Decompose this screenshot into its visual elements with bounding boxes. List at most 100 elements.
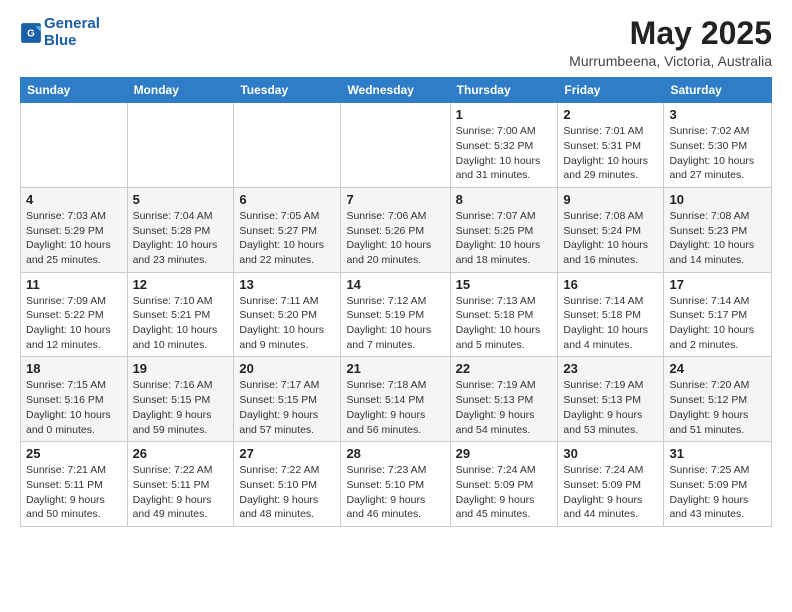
logo-text: General Blue	[44, 16, 100, 49]
cell-info: Sunrise: 7:11 AM Sunset: 5:20 PM Dayligh…	[239, 294, 335, 353]
cell-info: Sunrise: 7:05 AM Sunset: 5:27 PM Dayligh…	[239, 209, 335, 268]
calendar-week-row: 25 Sunrise: 7:21 AM Sunset: 5:11 PM Dayli…	[21, 442, 772, 527]
cell-day-number: 1	[456, 107, 553, 122]
cell-info: Sunrise: 7:19 AM Sunset: 5:13 PM Dayligh…	[456, 378, 553, 437]
calendar-cell: 17 Sunrise: 7:14 AM Sunset: 5:17 PM Dayli…	[664, 272, 772, 357]
calendar-cell: 26 Sunrise: 7:22 AM Sunset: 5:11 PM Dayli…	[127, 442, 234, 527]
calendar-week-row: 18Sunrise: 7:15 AM Sunset: 5:16 PM Dayli…	[21, 357, 772, 442]
calendar-cell: 13 Sunrise: 7:11 AM Sunset: 5:20 PM Dayli…	[234, 272, 341, 357]
cell-day-number: 26	[133, 446, 229, 461]
month-title: May 2025	[569, 16, 772, 51]
calendar-cell	[341, 103, 450, 188]
calendar-cell: 12 Sunrise: 7:10 AM Sunset: 5:21 PM Dayli…	[127, 272, 234, 357]
calendar-cell	[21, 103, 128, 188]
calendar-week-row: 4 Sunrise: 7:03 AM Sunset: 5:29 PM Daylig…	[21, 187, 772, 272]
cell-info: Sunrise: 7:02 AM Sunset: 5:30 PM Dayligh…	[669, 124, 766, 183]
cell-info: Sunrise: 7:01 AM Sunset: 5:31 PM Dayligh…	[563, 124, 658, 183]
location-title: Murrumbeena, Victoria, Australia	[569, 53, 772, 69]
cell-info: Sunrise: 7:22 AM Sunset: 5:11 PM Dayligh…	[133, 463, 229, 522]
cell-day-number: 28	[346, 446, 444, 461]
cell-day-number: 4	[26, 192, 122, 207]
calendar-cell	[127, 103, 234, 188]
calendar-cell: 27Sunrise: 7:22 AM Sunset: 5:10 PM Dayli…	[234, 442, 341, 527]
calendar-cell: 14 Sunrise: 7:12 AM Sunset: 5:19 PM Dayli…	[341, 272, 450, 357]
page: G General Blue May 2025 Murrumbeena, Vic…	[0, 0, 792, 543]
calendar-cell: 24 Sunrise: 7:20 AM Sunset: 5:12 PM Dayli…	[664, 357, 772, 442]
calendar-cell: 6 Sunrise: 7:05 AM Sunset: 5:27 PM Daylig…	[234, 187, 341, 272]
calendar-cell: 22 Sunrise: 7:19 AM Sunset: 5:13 PM Dayli…	[450, 357, 558, 442]
cell-info: Sunrise: 7:24 AM Sunset: 5:09 PM Dayligh…	[563, 463, 658, 522]
cell-info: Sunrise: 7:00 AM Sunset: 5:32 PM Dayligh…	[456, 124, 553, 183]
cell-info: Sunrise: 7:14 AM Sunset: 5:17 PM Dayligh…	[669, 294, 766, 353]
cell-day-number: 6	[239, 192, 335, 207]
cell-day-number: 22	[456, 361, 553, 376]
day-header-tuesday: Tuesday	[234, 78, 341, 103]
cell-day-number: 25	[26, 446, 122, 461]
cell-day-number: 17	[669, 277, 766, 292]
cell-day-number: 23	[563, 361, 658, 376]
calendar-cell: 3 Sunrise: 7:02 AM Sunset: 5:30 PM Daylig…	[664, 103, 772, 188]
cell-day-number: 15	[456, 277, 553, 292]
cell-day-number: 29	[456, 446, 553, 461]
calendar-cell: 20 Sunrise: 7:17 AM Sunset: 5:15 PM Dayli…	[234, 357, 341, 442]
svg-text:G: G	[27, 28, 35, 39]
calendar-cell: 5 Sunrise: 7:04 AM Sunset: 5:28 PM Daylig…	[127, 187, 234, 272]
logo-line2: Blue	[44, 33, 100, 50]
calendar-cell: 11Sunrise: 7:09 AM Sunset: 5:22 PM Dayli…	[21, 272, 128, 357]
header: G General Blue May 2025 Murrumbeena, Vic…	[20, 16, 772, 69]
logo-icon: G	[20, 22, 42, 44]
cell-info: Sunrise: 7:17 AM Sunset: 5:15 PM Dayligh…	[239, 378, 335, 437]
day-header-friday: Friday	[558, 78, 664, 103]
cell-info: Sunrise: 7:25 AM Sunset: 5:09 PM Dayligh…	[669, 463, 766, 522]
cell-info: Sunrise: 7:18 AM Sunset: 5:14 PM Dayligh…	[346, 378, 444, 437]
calendar-cell: 2Sunrise: 7:01 AM Sunset: 5:31 PM Daylig…	[558, 103, 664, 188]
calendar-cell: 1 Sunrise: 7:00 AM Sunset: 5:32 PM Daylig…	[450, 103, 558, 188]
calendar-cell: 10 Sunrise: 7:08 AM Sunset: 5:23 PM Dayli…	[664, 187, 772, 272]
cell-day-number: 20	[239, 361, 335, 376]
cell-day-number: 31	[669, 446, 766, 461]
cell-day-number: 24	[669, 361, 766, 376]
cell-info: Sunrise: 7:10 AM Sunset: 5:21 PM Dayligh…	[133, 294, 229, 353]
cell-info: Sunrise: 7:08 AM Sunset: 5:23 PM Dayligh…	[669, 209, 766, 268]
cell-info: Sunrise: 7:16 AM Sunset: 5:15 PM Dayligh…	[133, 378, 229, 437]
cell-day-number: 8	[456, 192, 553, 207]
day-header-wednesday: Wednesday	[341, 78, 450, 103]
calendar-week-row: 11Sunrise: 7:09 AM Sunset: 5:22 PM Dayli…	[21, 272, 772, 357]
calendar-cell: 19 Sunrise: 7:16 AM Sunset: 5:15 PM Dayli…	[127, 357, 234, 442]
cell-day-number: 7	[346, 192, 444, 207]
cell-day-number: 5	[133, 192, 229, 207]
cell-info: Sunrise: 7:20 AM Sunset: 5:12 PM Dayligh…	[669, 378, 766, 437]
calendar-week-row: 1 Sunrise: 7:00 AM Sunset: 5:32 PM Daylig…	[21, 103, 772, 188]
day-header-sunday: Sunday	[21, 78, 128, 103]
cell-info: Sunrise: 7:14 AM Sunset: 5:18 PM Dayligh…	[563, 294, 658, 353]
cell-day-number: 11	[26, 277, 122, 292]
calendar-cell: 16Sunrise: 7:14 AM Sunset: 5:18 PM Dayli…	[558, 272, 664, 357]
cell-day-number: 13	[239, 277, 335, 292]
cell-info: Sunrise: 7:06 AM Sunset: 5:26 PM Dayligh…	[346, 209, 444, 268]
logo: G General Blue	[20, 16, 100, 49]
calendar-cell: 15 Sunrise: 7:13 AM Sunset: 5:18 PM Dayli…	[450, 272, 558, 357]
cell-info: Sunrise: 7:13 AM Sunset: 5:18 PM Dayligh…	[456, 294, 553, 353]
calendar-cell: 7 Sunrise: 7:06 AM Sunset: 5:26 PM Daylig…	[341, 187, 450, 272]
title-block: May 2025 Murrumbeena, Victoria, Australi…	[569, 16, 772, 69]
calendar-cell: 31 Sunrise: 7:25 AM Sunset: 5:09 PM Dayli…	[664, 442, 772, 527]
calendar-cell: 30 Sunrise: 7:24 AM Sunset: 5:09 PM Dayli…	[558, 442, 664, 527]
cell-day-number: 30	[563, 446, 658, 461]
cell-info: Sunrise: 7:23 AM Sunset: 5:10 PM Dayligh…	[346, 463, 444, 522]
cell-day-number: 19	[133, 361, 229, 376]
calendar-table: SundayMondayTuesdayWednesdayThursdayFrid…	[20, 77, 772, 527]
cell-day-number: 3	[669, 107, 766, 122]
cell-info: Sunrise: 7:12 AM Sunset: 5:19 PM Dayligh…	[346, 294, 444, 353]
cell-day-number: 10	[669, 192, 766, 207]
cell-info: Sunrise: 7:04 AM Sunset: 5:28 PM Dayligh…	[133, 209, 229, 268]
cell-day-number: 14	[346, 277, 444, 292]
cell-day-number: 12	[133, 277, 229, 292]
logo-line1: General	[44, 16, 100, 33]
day-header-saturday: Saturday	[664, 78, 772, 103]
cell-info: Sunrise: 7:21 AM Sunset: 5:11 PM Dayligh…	[26, 463, 122, 522]
cell-day-number: 27	[239, 446, 335, 461]
cell-day-number: 18	[26, 361, 122, 376]
calendar-cell: 4 Sunrise: 7:03 AM Sunset: 5:29 PM Daylig…	[21, 187, 128, 272]
calendar-cell: 28 Sunrise: 7:23 AM Sunset: 5:10 PM Dayli…	[341, 442, 450, 527]
cell-info: Sunrise: 7:03 AM Sunset: 5:29 PM Dayligh…	[26, 209, 122, 268]
